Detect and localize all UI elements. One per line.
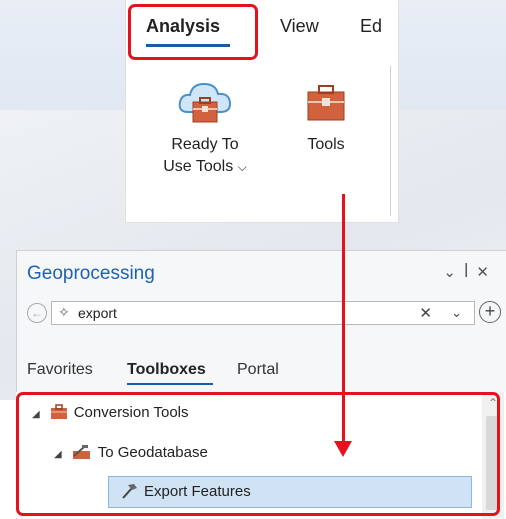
ready-to-use-tools-label-line2: Use Tools bbox=[163, 158, 234, 175]
toolbox-icon bbox=[307, 85, 345, 121]
tools-label: Tools bbox=[307, 136, 345, 153]
ready-to-use-tools-button[interactable]: Ready To Use Tools ⌵ bbox=[146, 78, 264, 178]
tab-portal[interactable]: Portal bbox=[237, 361, 279, 379]
ribbon: Analysis View Ed Ready To Use Tools ⌵ To… bbox=[126, 0, 398, 222]
pane-menu-icon[interactable]: ⌄ bbox=[443, 264, 464, 281]
tab-view[interactable]: View bbox=[280, 16, 319, 37]
pin-icon[interactable]: ꟾ bbox=[464, 264, 476, 281]
sparkle-search-icon: ✧ bbox=[58, 304, 70, 320]
search-value: export bbox=[78, 305, 117, 321]
ribbon-separator bbox=[390, 66, 391, 216]
add-button[interactable]: + bbox=[479, 301, 501, 323]
callout-arrow-line bbox=[342, 194, 345, 444]
chevron-down-icon[interactable]: ⌄ bbox=[451, 305, 462, 321]
analysis-tab-highlight bbox=[128, 4, 258, 60]
pane-title: Geoprocessing bbox=[27, 263, 155, 284]
search-input[interactable]: ✧ export ✕ ⌄ bbox=[51, 301, 475, 325]
cloud-toolbox-icon bbox=[178, 82, 232, 123]
pane-controls: ⌄ꟾ✕ bbox=[443, 263, 497, 281]
tab-favorites[interactable]: Favorites bbox=[27, 361, 93, 379]
tools-button[interactable]: Tools bbox=[286, 78, 366, 156]
close-icon[interactable]: ✕ bbox=[476, 264, 497, 281]
tab-toolboxes[interactable]: Toolboxes bbox=[127, 361, 206, 379]
chevron-down-icon: ⌵ bbox=[237, 160, 247, 174]
tab-edit[interactable]: Ed bbox=[360, 16, 382, 37]
back-button[interactable]: ← bbox=[27, 303, 47, 323]
callout-arrow-head bbox=[334, 441, 352, 457]
ready-to-use-tools-label-line1: Ready To bbox=[171, 136, 239, 153]
active-pane-tab-underline bbox=[127, 383, 213, 385]
tree-highlight bbox=[16, 392, 500, 516]
clear-search-icon[interactable]: ✕ bbox=[419, 304, 432, 322]
